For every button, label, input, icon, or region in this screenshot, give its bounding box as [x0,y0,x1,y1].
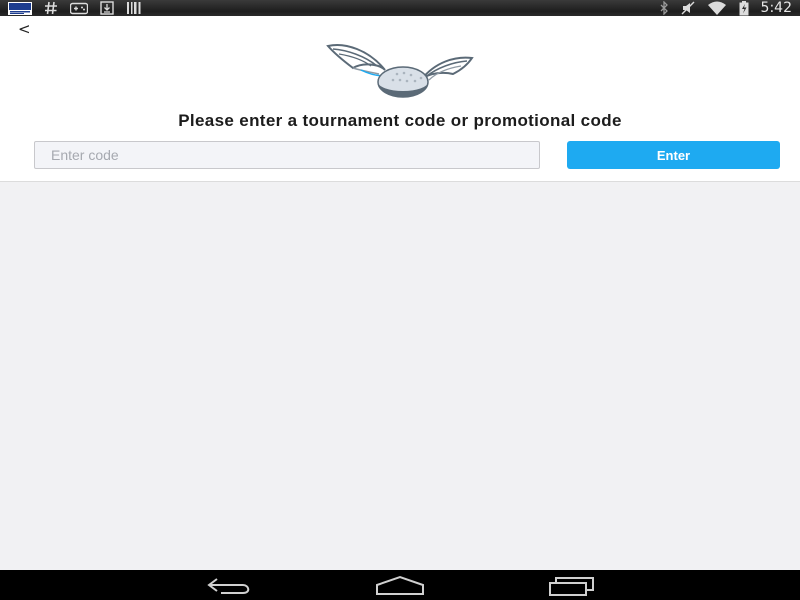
code-entry-header: < Please enter a tournament code or prom [0,16,800,182]
left-wing-icon [326,44,386,77]
back-button[interactable]: < [18,20,34,38]
content-area [0,182,800,570]
right-wing-icon [420,56,474,81]
mute-icon [681,1,695,15]
wifi-icon [707,1,726,15]
status-bar: 5:42 [0,0,800,16]
back-nav-icon[interactable] [205,575,253,597]
winged-golf-ball-logo [326,44,474,98]
code-prompt-heading: Please enter a tournament code or promot… [178,111,622,130]
navigation-bar [0,570,800,600]
battery-charging-icon [739,0,749,15]
enter-button[interactable]: Enter [567,141,780,169]
barcode-icon [127,2,141,14]
recents-nav-icon[interactable] [548,575,596,597]
game-controller-icon [70,2,88,14]
news-app-icon [8,1,32,15]
status-time: 5:42 [760,0,792,16]
download-icon [100,1,114,15]
status-bar-right-icons: 5:42 [659,0,792,16]
home-nav-icon[interactable] [374,575,426,597]
code-input[interactable] [34,141,540,169]
hash-icon [45,1,57,15]
golf-ball-icon [377,66,429,98]
status-bar-left-icons [8,0,142,16]
bluetooth-icon [660,1,668,15]
